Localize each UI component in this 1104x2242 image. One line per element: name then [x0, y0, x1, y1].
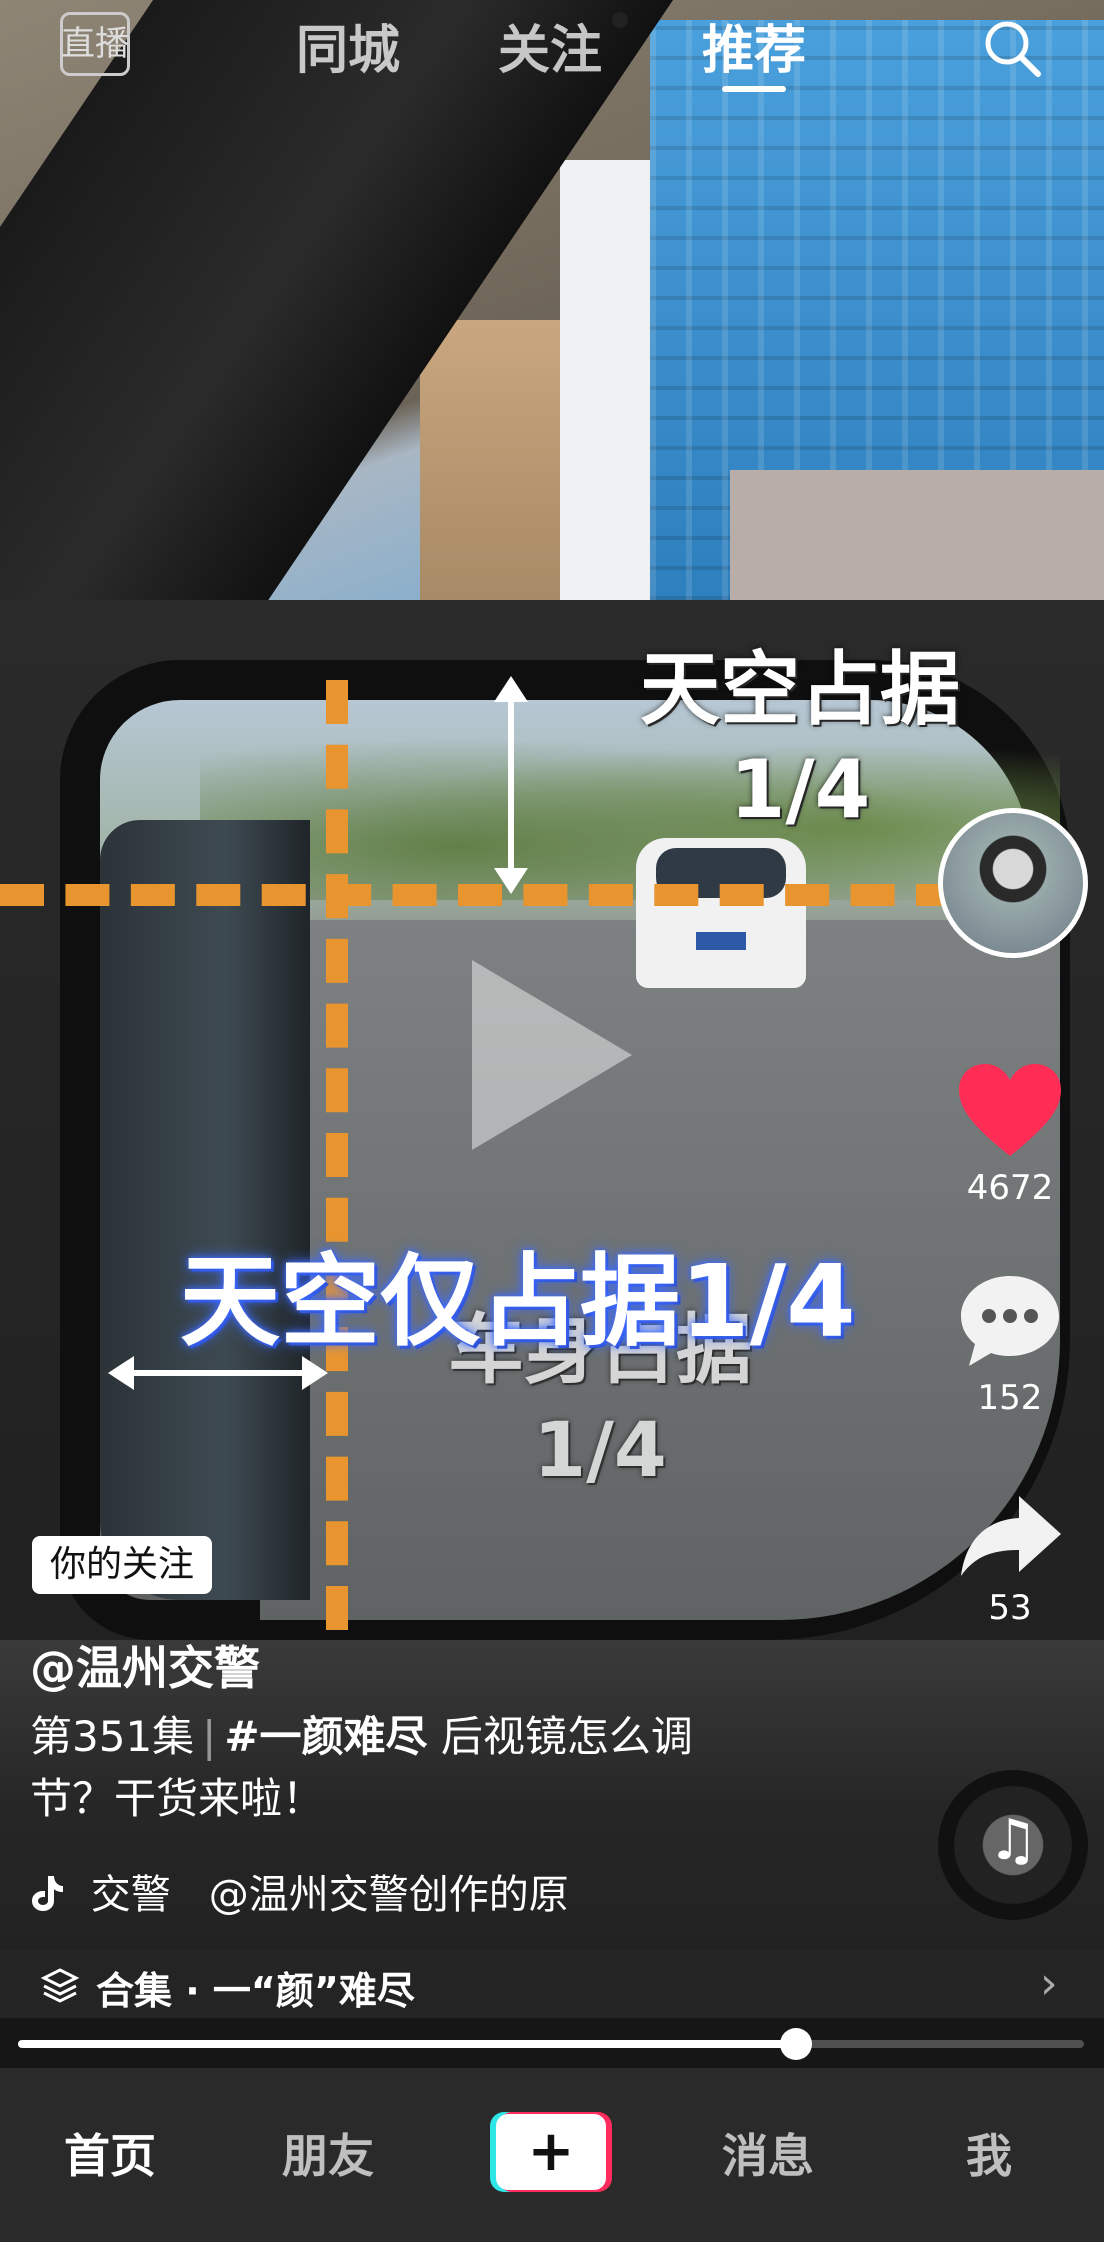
- following-dot-badge: [612, 12, 628, 28]
- collection-bar[interactable]: 合集 · 一“颜”难尽 ›: [0, 1950, 1104, 2018]
- progress-fill: [18, 2040, 797, 2048]
- search-icon[interactable]: [980, 16, 1044, 80]
- tab-me[interactable]: 我: [966, 2120, 1012, 2186]
- car-share-label-line2: 1/4: [533, 1405, 667, 1494]
- video-scene-top: [0, 0, 1104, 720]
- tab-following[interactable]: 关注: [498, 8, 602, 83]
- chevron-right-icon: ›: [1040, 1958, 1058, 2009]
- like-button[interactable]: 4672: [940, 1060, 1080, 1208]
- guide-line-vertical: [326, 680, 348, 1630]
- sky-share-label: 天空占据 1/4: [580, 640, 1020, 840]
- music-disc[interactable]: ♫: [938, 1770, 1088, 1920]
- play-icon[interactable]: [472, 960, 632, 1150]
- sky-area: [560, 160, 650, 600]
- tab-nearby[interactable]: 同城: [296, 8, 400, 83]
- progress-thumb[interactable]: [780, 2028, 813, 2060]
- live-label[interactable]: 直播: [60, 12, 130, 76]
- progress-track[interactable]: [18, 2028, 1084, 2060]
- collection-label: 合集 · 一“颜”难尽: [96, 1969, 415, 2013]
- active-tab-indicator: [722, 86, 786, 92]
- follow-badge: 你的关注: [32, 1536, 213, 1594]
- episode-label: 第351集: [30, 1712, 195, 1761]
- music-note-icon: ♫: [987, 1808, 1039, 1873]
- own-car-side: [100, 820, 310, 1600]
- video-progress[interactable]: [0, 2018, 1104, 2068]
- comment-button[interactable]: 152: [940, 1270, 1080, 1418]
- low-building: [730, 470, 1104, 600]
- top-nav: 直播 同城 关注 推荐: [0, 0, 1104, 92]
- tab-friends[interactable]: 朋友: [282, 2120, 374, 2186]
- tab-home[interactable]: 首页: [64, 2120, 156, 2186]
- comment-icon: [961, 1276, 1059, 1366]
- plus-icon: +: [527, 2119, 575, 2184]
- music-info[interactable]: 交警 @温州交警创作的原: [30, 1862, 569, 1920]
- hashtag-link[interactable]: #一颜难尽: [224, 1712, 427, 1761]
- layers-icon: [40, 1968, 80, 2003]
- like-count: 4672: [966, 1168, 1054, 1208]
- author-avatar[interactable]: [938, 808, 1088, 958]
- share-arrow-icon: [961, 1496, 1061, 1576]
- author-name[interactable]: @温州交警: [30, 1632, 260, 1698]
- license-plate: [696, 932, 746, 950]
- video-caption: 天空仅占据1/4: [180, 1243, 856, 1360]
- vertical-arrow: [494, 676, 528, 894]
- share-count: 53: [988, 1588, 1032, 1628]
- video-description[interactable]: 第351集 | #一颜难尽 后视镜怎么调节？干货来啦！: [30, 1706, 730, 1830]
- create-button[interactable]: +: [490, 2112, 612, 2192]
- distant-tower: [420, 320, 560, 600]
- guide-line-horizontal: [0, 884, 960, 906]
- tab-recommend[interactable]: 推荐: [702, 8, 806, 83]
- music-artist: 交警: [90, 1872, 171, 1918]
- desc-separator: |: [202, 1712, 217, 1761]
- horizontal-arrow: [108, 1356, 328, 1390]
- music-title: @温州交警创作的原: [208, 1872, 569, 1918]
- sky-share-label-line1: 天空占据: [640, 643, 960, 736]
- heart-icon: [959, 1064, 1061, 1156]
- tab-messages[interactable]: 消息: [722, 2120, 814, 2186]
- bottom-tab-bar: 首页 朋友 + 消息 我: [0, 2068, 1104, 2242]
- share-button[interactable]: 53: [940, 1490, 1080, 1628]
- tiktok-note-icon: [32, 1876, 63, 1911]
- sky-share-label-line2: 1/4: [729, 743, 871, 836]
- comment-count: 152: [977, 1378, 1043, 1418]
